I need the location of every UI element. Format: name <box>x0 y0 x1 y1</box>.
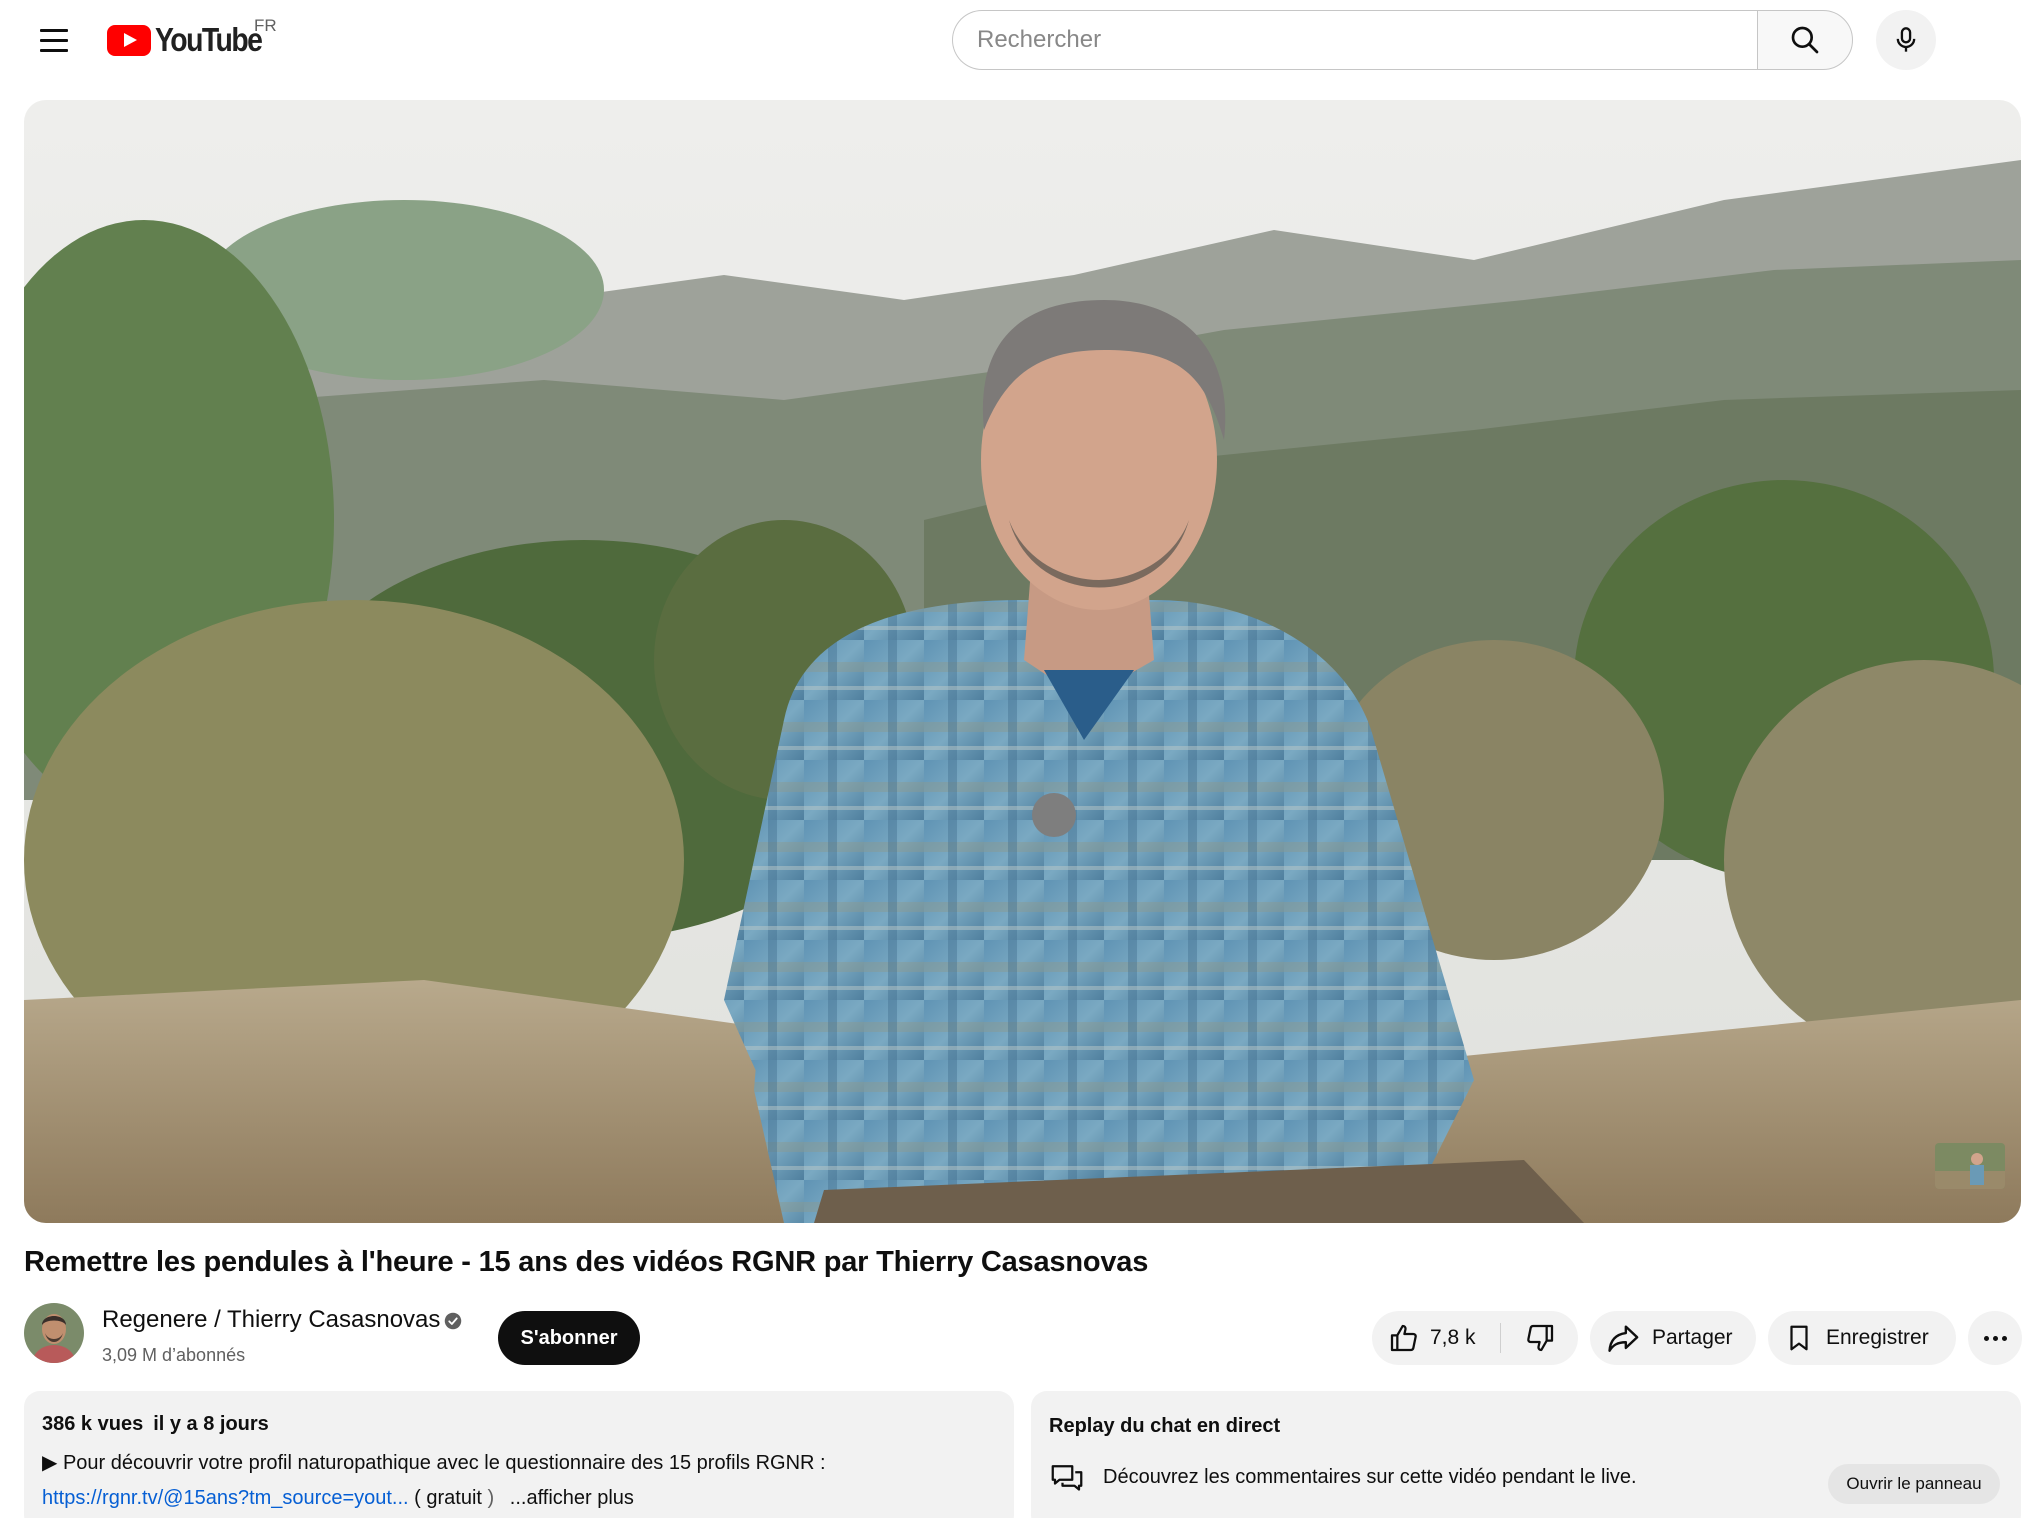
thumbs-up-icon <box>1390 1324 1417 1352</box>
video-title: Remettre les pendules à l'heure - 15 ans… <box>24 1246 1149 1278</box>
description-meta: 386 k vues il y a 8 jours <box>42 1413 996 1436</box>
subscribe-button[interactable]: S'abonner <box>498 1311 640 1365</box>
masthead: YouTube FR <box>0 0 2034 82</box>
youtube-logo[interactable]: YouTube <box>107 18 279 62</box>
chat-replay-text: Découvrez les commentaires sur cette vid… <box>1103 1466 1637 1488</box>
view-count: 386 k vues <box>42 1413 144 1435</box>
microphone-icon <box>1896 27 1916 52</box>
open-panel-button[interactable]: Ouvrir le panneau <box>1828 1464 2000 1504</box>
bookmark-icon <box>1790 1325 1808 1351</box>
voice-search-button[interactable] <box>1876 10 1936 70</box>
search-input[interactable] <box>977 26 1758 54</box>
description-line-2: https://rgnr.tv/@15ans?tm_source=yout...… <box>42 1487 996 1510</box>
channel-avatar[interactable] <box>24 1303 84 1363</box>
save-button[interactable]: Enregistrer <box>1768 1311 1956 1365</box>
thumbs-down-icon <box>1526 1324 1553 1352</box>
share-button[interactable]: Partager <box>1590 1311 1756 1365</box>
verified-check-icon <box>444 1312 462 1330</box>
chat-bubbles-icon <box>1051 1465 1083 1491</box>
save-label: Enregistrer <box>1826 1326 1929 1349</box>
show-more-button[interactable]: ...afficher plus <box>510 1487 634 1509</box>
like-button[interactable]: 7,8 k <box>1372 1311 1500 1365</box>
chat-replay-panel: Replay du chat en direct Découvrez les c… <box>1031 1391 2021 1518</box>
more-actions-button[interactable] <box>1968 1311 2022 1365</box>
country-code: FR <box>254 16 277 35</box>
like-count: 7,8 k <box>1430 1326 1476 1349</box>
description-link[interactable]: https://rgnr.tv/@15ans?tm_source=yout... <box>42 1487 409 1509</box>
paren-close: ) <box>487 1487 495 1509</box>
video-player[interactable] <box>24 100 2021 1223</box>
dislike-button[interactable] <box>1501 1311 1578 1365</box>
paren-open: ( gratuit <box>414 1487 482 1509</box>
like-dislike-group: 7,8 k <box>1372 1311 1578 1365</box>
search-icon <box>1791 26 1819 54</box>
logo-text: YouTube <box>155 21 263 58</box>
description-paren: ( gratuit ) <box>414 1487 494 1509</box>
upload-date: il y a 8 jours <box>153 1413 269 1435</box>
youtube-play-icon <box>107 24 151 56</box>
channel-watermark[interactable] <box>1935 1143 2005 1189</box>
search-box <box>952 10 1758 70</box>
chat-replay-title: Replay du chat en direct <box>1049 1415 1281 1437</box>
description-text: ▶ Pour découvrir votre profil naturopath… <box>42 1452 826 1474</box>
description-box[interactable]: 386 k vues il y a 8 jours ▶ Pour découvri… <box>24 1391 1014 1518</box>
subscriber-count: 3,09 M d’abonnés <box>102 1345 246 1365</box>
share-arrow-icon <box>1608 1325 1639 1352</box>
search-button[interactable] <box>1757 10 1853 70</box>
video-frame <box>24 100 2021 1223</box>
channel-name[interactable]: Regenere / Thierry Casasnovas <box>102 1306 440 1334</box>
hamburger-menu-icon[interactable] <box>30 20 78 60</box>
more-horizontal-icon <box>1983 1335 2007 1341</box>
share-label: Partager <box>1652 1326 1733 1349</box>
